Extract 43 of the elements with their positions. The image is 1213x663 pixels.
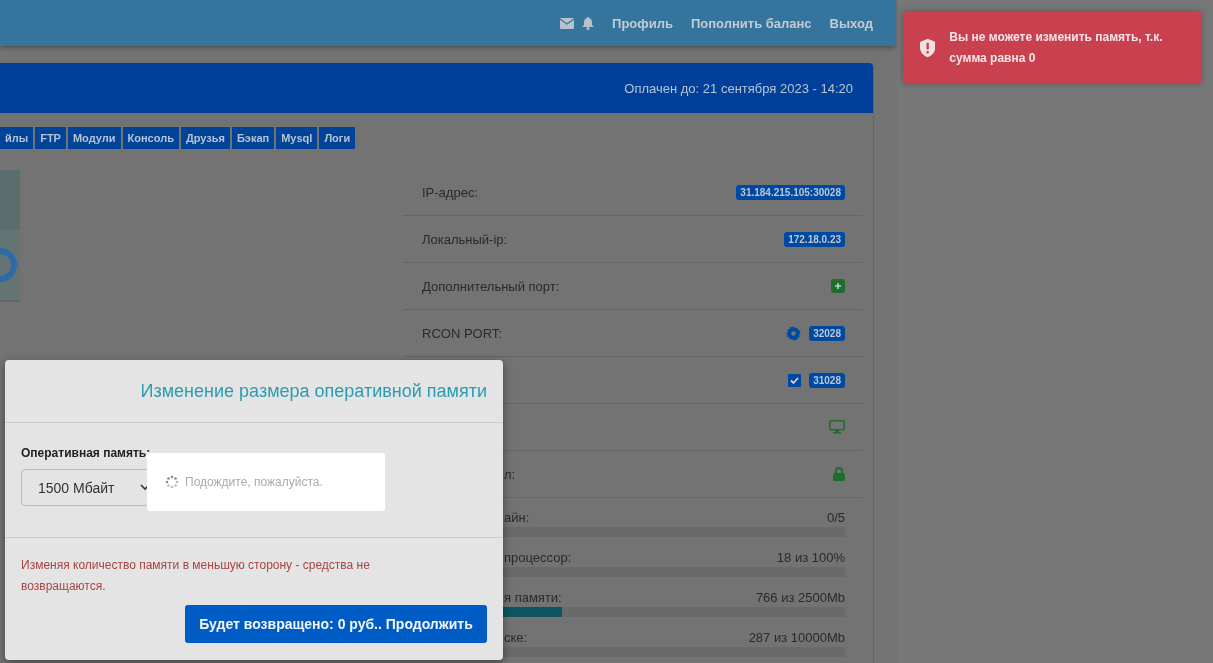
- info-label: IP-адрес:: [422, 184, 478, 200]
- field-label: Оперативная память:: [21, 446, 151, 460]
- tab[interactable]: Mysql: [276, 127, 318, 149]
- nav-link[interactable]: Пополнить баланс: [690, 15, 812, 31]
- usage-reading: 0/5: [826, 510, 845, 525]
- tab[interactable]: FTP: [35, 127, 66, 149]
- envelope-icon[interactable]: [560, 17, 575, 29]
- usage-reading: 18 из 100%: [776, 550, 845, 565]
- warning-text: Изменяя количество памяти в меньшую сторону - средства не возвращаются.: [21, 557, 371, 595]
- tab[interactable]: Друзья: [180, 127, 230, 149]
- tab[interactable]: Консоль: [122, 127, 179, 149]
- toast-message: Вы не можете изменить память, т.к. сумма равна 0: [949, 28, 1164, 67]
- usage-label: айн:: [504, 510, 530, 525]
- nav-link[interactable]: Профиль: [612, 15, 673, 31]
- info-label: Дополнительный порт:: [422, 278, 560, 294]
- tab[interactable]: Модули: [67, 127, 121, 149]
- chevron-icon: [140, 484, 150, 491]
- lock-icon: [833, 467, 845, 481]
- settings-icon[interactable]: [786, 325, 802, 341]
- info-label: Локальный-ip:: [422, 231, 508, 247]
- spinner-icon: [165, 475, 179, 489]
- tab[interactable]: Бэкап: [231, 127, 275, 149]
- usage-label: ске:: [504, 630, 528, 645]
- plus-icon[interactable]: [831, 279, 845, 293]
- usage-reading: 287 из 10000Mb: [748, 630, 845, 645]
- nav-link[interactable]: Выход: [829, 15, 873, 31]
- usage-reading: 766 из 2500Mb: [755, 590, 845, 605]
- paid-until-text: Оплачен до: 21 сентября 2023 - 14:20: [624, 80, 853, 96]
- modal-title: Изменение размера оперативной памяти: [140, 380, 487, 402]
- continue-button[interactable]: Будет возвращено: 0 руб.. Продолжить: [185, 605, 487, 643]
- usage-label: процессор:: [504, 550, 572, 565]
- info-label: л:: [504, 466, 516, 482]
- info-label: RCON PORT:: [422, 325, 502, 341]
- tab[interactable]: йлы: [0, 127, 34, 149]
- tab[interactable]: Логи: [319, 127, 356, 149]
- checkbox[interactable]: [788, 373, 802, 387]
- value-tag: 31028: [809, 372, 845, 388]
- value-tag: 32028: [809, 325, 845, 341]
- loading-text: Подождите, пожалуйста.: [185, 475, 323, 489]
- value-tag: 31.184.215.105:30028: [736, 184, 845, 200]
- usage-label: я памяти:: [504, 590, 562, 605]
- bell-icon[interactable]: [582, 16, 595, 30]
- value-tag: 172.18.0.23: [784, 231, 845, 247]
